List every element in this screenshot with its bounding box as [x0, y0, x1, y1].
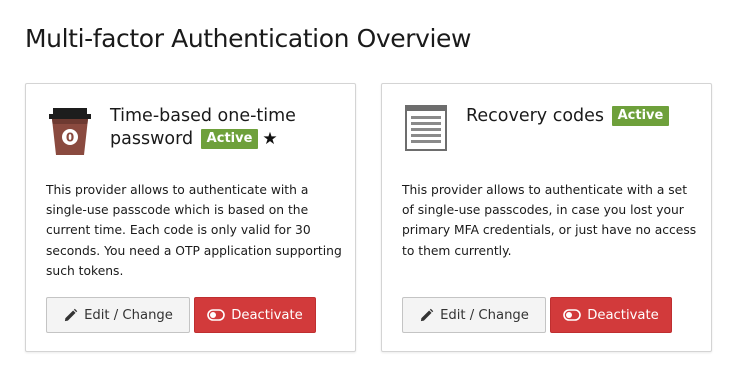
- edit-change-button[interactable]: Edit / Change: [402, 297, 546, 333]
- edit-change-label: Edit / Change: [440, 307, 529, 323]
- deactivate-button[interactable]: Deactivate: [550, 297, 672, 333]
- totp-cup-icon: 0: [49, 106, 91, 160]
- recovery-codes-icon: [405, 103, 447, 157]
- provider-card-recovery-codes: Recovery codes Active This provider allo…: [381, 83, 712, 352]
- edit-change-button[interactable]: Edit / Change: [46, 297, 190, 333]
- status-badge: Active: [611, 106, 670, 126]
- pencil-icon: [63, 308, 78, 323]
- toggle-off-icon: [563, 309, 581, 321]
- provider-description: This provider allows to authenticate wit…: [402, 183, 697, 258]
- edit-change-label: Edit / Change: [84, 307, 173, 323]
- deactivate-label: Deactivate: [587, 307, 659, 323]
- page-title: Multi-factor Authentication Overview: [25, 24, 472, 53]
- provider-title-text: Recovery codes: [466, 106, 605, 126]
- provider-actions: Edit / Change Deactivate: [46, 297, 316, 333]
- status-badge: Active: [200, 129, 259, 149]
- provider-title: Time-based one-time password Active ★: [110, 105, 340, 151]
- deactivate-label: Deactivate: [231, 307, 303, 323]
- provider-title: Recovery codes Active: [466, 105, 706, 128]
- provider-actions: Edit / Change Deactivate: [402, 297, 672, 333]
- provider-description: This provider allows to authenticate wit…: [46, 183, 342, 278]
- pencil-icon: [419, 308, 434, 323]
- svg-text:0: 0: [66, 131, 74, 145]
- toggle-off-icon: [207, 309, 225, 321]
- provider-card-totp: 0 Time-based one-time password Active ★ T…: [25, 83, 356, 352]
- deactivate-button[interactable]: Deactivate: [194, 297, 316, 333]
- default-provider-star-icon: ★: [262, 129, 278, 149]
